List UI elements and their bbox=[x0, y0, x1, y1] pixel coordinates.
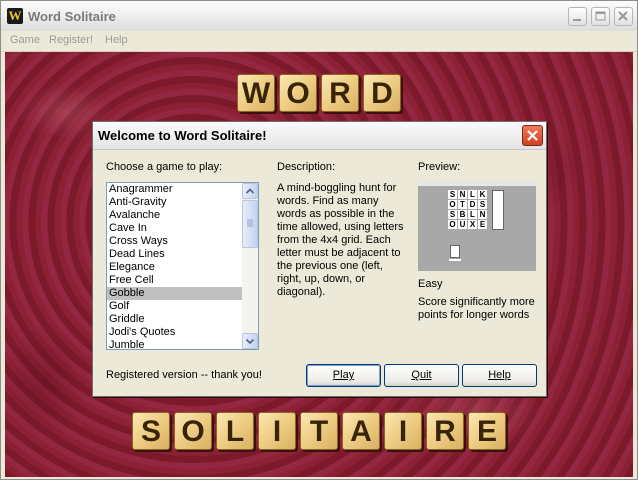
dialog-title: Welcome to Word Solitaire! bbox=[98, 128, 267, 143]
game-list-items: Anagrammer Anti-Gravity Avalanche Cave I… bbox=[107, 183, 242, 349]
preview-label: Preview: bbox=[418, 161, 461, 173]
close-button[interactable] bbox=[614, 7, 633, 26]
banner-tile: E bbox=[468, 412, 506, 450]
list-item[interactable]: Anagrammer bbox=[107, 183, 242, 196]
preview-cell: N bbox=[458, 190, 467, 199]
banner-tile: S bbox=[132, 412, 170, 450]
minimize-button[interactable] bbox=[568, 7, 587, 26]
preview-cell: O bbox=[448, 220, 457, 229]
preview-cell: K bbox=[478, 190, 487, 199]
list-item[interactable]: Avalanche bbox=[107, 209, 242, 222]
play-button-label: Play bbox=[332, 369, 355, 381]
chevron-up-icon bbox=[245, 188, 255, 194]
menu-bar: Game Register! Help bbox=[1, 31, 637, 52]
dialog-body: Choose a game to play: Anagrammer Anti-G… bbox=[93, 150, 546, 396]
list-item[interactable]: Cave In bbox=[107, 222, 242, 235]
description-label: Description: bbox=[277, 161, 336, 173]
banner-tile: R bbox=[321, 74, 359, 112]
preview-cell: U bbox=[458, 220, 467, 229]
scroll-thumb[interactable] bbox=[242, 200, 258, 248]
preview-timer bbox=[449, 259, 461, 261]
chevron-down-icon bbox=[245, 338, 255, 345]
difficulty-label: Easy bbox=[418, 278, 443, 290]
list-item[interactable]: Dead Lines bbox=[107, 248, 242, 261]
game-preview: S N L K O T D S S B L N O U X E bbox=[418, 181, 536, 271]
game-list-scrollbar[interactable] bbox=[242, 183, 258, 349]
preview-cell: L bbox=[468, 190, 477, 199]
preview-cell: S bbox=[448, 190, 457, 199]
list-item[interactable]: Jumble bbox=[107, 339, 242, 349]
quit-button-label: Quit bbox=[411, 369, 432, 381]
preview-word-column bbox=[492, 190, 504, 230]
scroll-down-button[interactable] bbox=[242, 333, 258, 349]
word-solitaire-app-icon[interactable]: W bbox=[7, 8, 23, 24]
banner-tile: A bbox=[342, 412, 380, 450]
game-list[interactable]: Anagrammer Anti-Gravity Avalanche Cave I… bbox=[106, 182, 259, 350]
title-bar[interactable]: W Word Solitaire bbox=[1, 1, 637, 32]
close-icon bbox=[527, 130, 538, 141]
list-item[interactable]: Free Cell bbox=[107, 274, 242, 287]
preview-letter-grid: S N L K O T D S S B L N O U X E bbox=[448, 190, 487, 229]
list-item[interactable]: Cross Ways bbox=[107, 235, 242, 248]
preview-cell: N bbox=[478, 210, 487, 219]
solitaire-banner: S O L I T A I R E bbox=[132, 412, 506, 450]
game-description: A mind-boggling hunt for words. Find as … bbox=[277, 182, 404, 298]
banner-tile: L bbox=[216, 412, 254, 450]
list-item[interactable]: Elegance bbox=[107, 261, 242, 274]
close-icon bbox=[618, 11, 628, 21]
play-button[interactable]: Play bbox=[306, 364, 381, 387]
preview-cell: L bbox=[468, 210, 477, 219]
quit-button[interactable]: Quit bbox=[384, 364, 459, 387]
registration-status: Registered version -- thank you! bbox=[106, 369, 262, 381]
banner-tile: O bbox=[174, 412, 212, 450]
list-item-selected[interactable]: Gobble bbox=[107, 287, 242, 300]
preview-cell: X bbox=[468, 220, 477, 229]
choose-game-label: Choose a game to play: bbox=[106, 161, 223, 173]
preview-titlebar bbox=[418, 181, 536, 186]
minimize-icon bbox=[573, 19, 581, 21]
app-window: W Word Solitaire Game Register! Help W O bbox=[0, 0, 638, 480]
banner-tile: D bbox=[363, 74, 401, 112]
welcome-dialog: Welcome to Word Solitaire! Choose a game… bbox=[92, 121, 547, 397]
preview-cell: E bbox=[478, 220, 487, 229]
dialog-title-bar[interactable]: Welcome to Word Solitaire! bbox=[93, 122, 546, 150]
scroll-up-button[interactable] bbox=[242, 183, 258, 199]
preview-cell: B bbox=[458, 210, 467, 219]
maximize-button[interactable] bbox=[591, 7, 610, 26]
preview-cell: S bbox=[478, 200, 487, 209]
preview-deck bbox=[450, 245, 460, 258]
banner-tile: I bbox=[384, 412, 422, 450]
scoring-note: Score significantly more points for long… bbox=[418, 296, 535, 321]
banner-tile: I bbox=[258, 412, 296, 450]
maximize-icon bbox=[595, 11, 606, 21]
list-item[interactable]: Griddle bbox=[107, 313, 242, 326]
menu-game[interactable]: Game bbox=[10, 34, 40, 46]
banner-tile: O bbox=[279, 74, 317, 112]
window-title: Word Solitaire bbox=[28, 9, 116, 24]
menu-help[interactable]: Help bbox=[105, 34, 128, 46]
dialog-close-button[interactable] bbox=[522, 125, 543, 146]
banner-tile: R bbox=[426, 412, 464, 450]
preview-cell: T bbox=[458, 200, 467, 209]
help-button-label: Help bbox=[488, 369, 511, 381]
grip-icon bbox=[247, 219, 253, 227]
banner-tile: W bbox=[237, 74, 275, 112]
preview-cell: S bbox=[448, 210, 457, 219]
list-item[interactable]: Golf bbox=[107, 300, 242, 313]
help-button[interactable]: Help bbox=[462, 364, 537, 387]
list-item[interactable]: Jodi's Quotes bbox=[107, 326, 242, 339]
list-item[interactable]: Anti-Gravity bbox=[107, 196, 242, 209]
menu-register[interactable]: Register! bbox=[49, 34, 93, 46]
preview-cell: D bbox=[468, 200, 477, 209]
banner-tile: T bbox=[300, 412, 338, 450]
preview-cell: O bbox=[448, 200, 457, 209]
word-banner: W O R D bbox=[237, 74, 401, 112]
